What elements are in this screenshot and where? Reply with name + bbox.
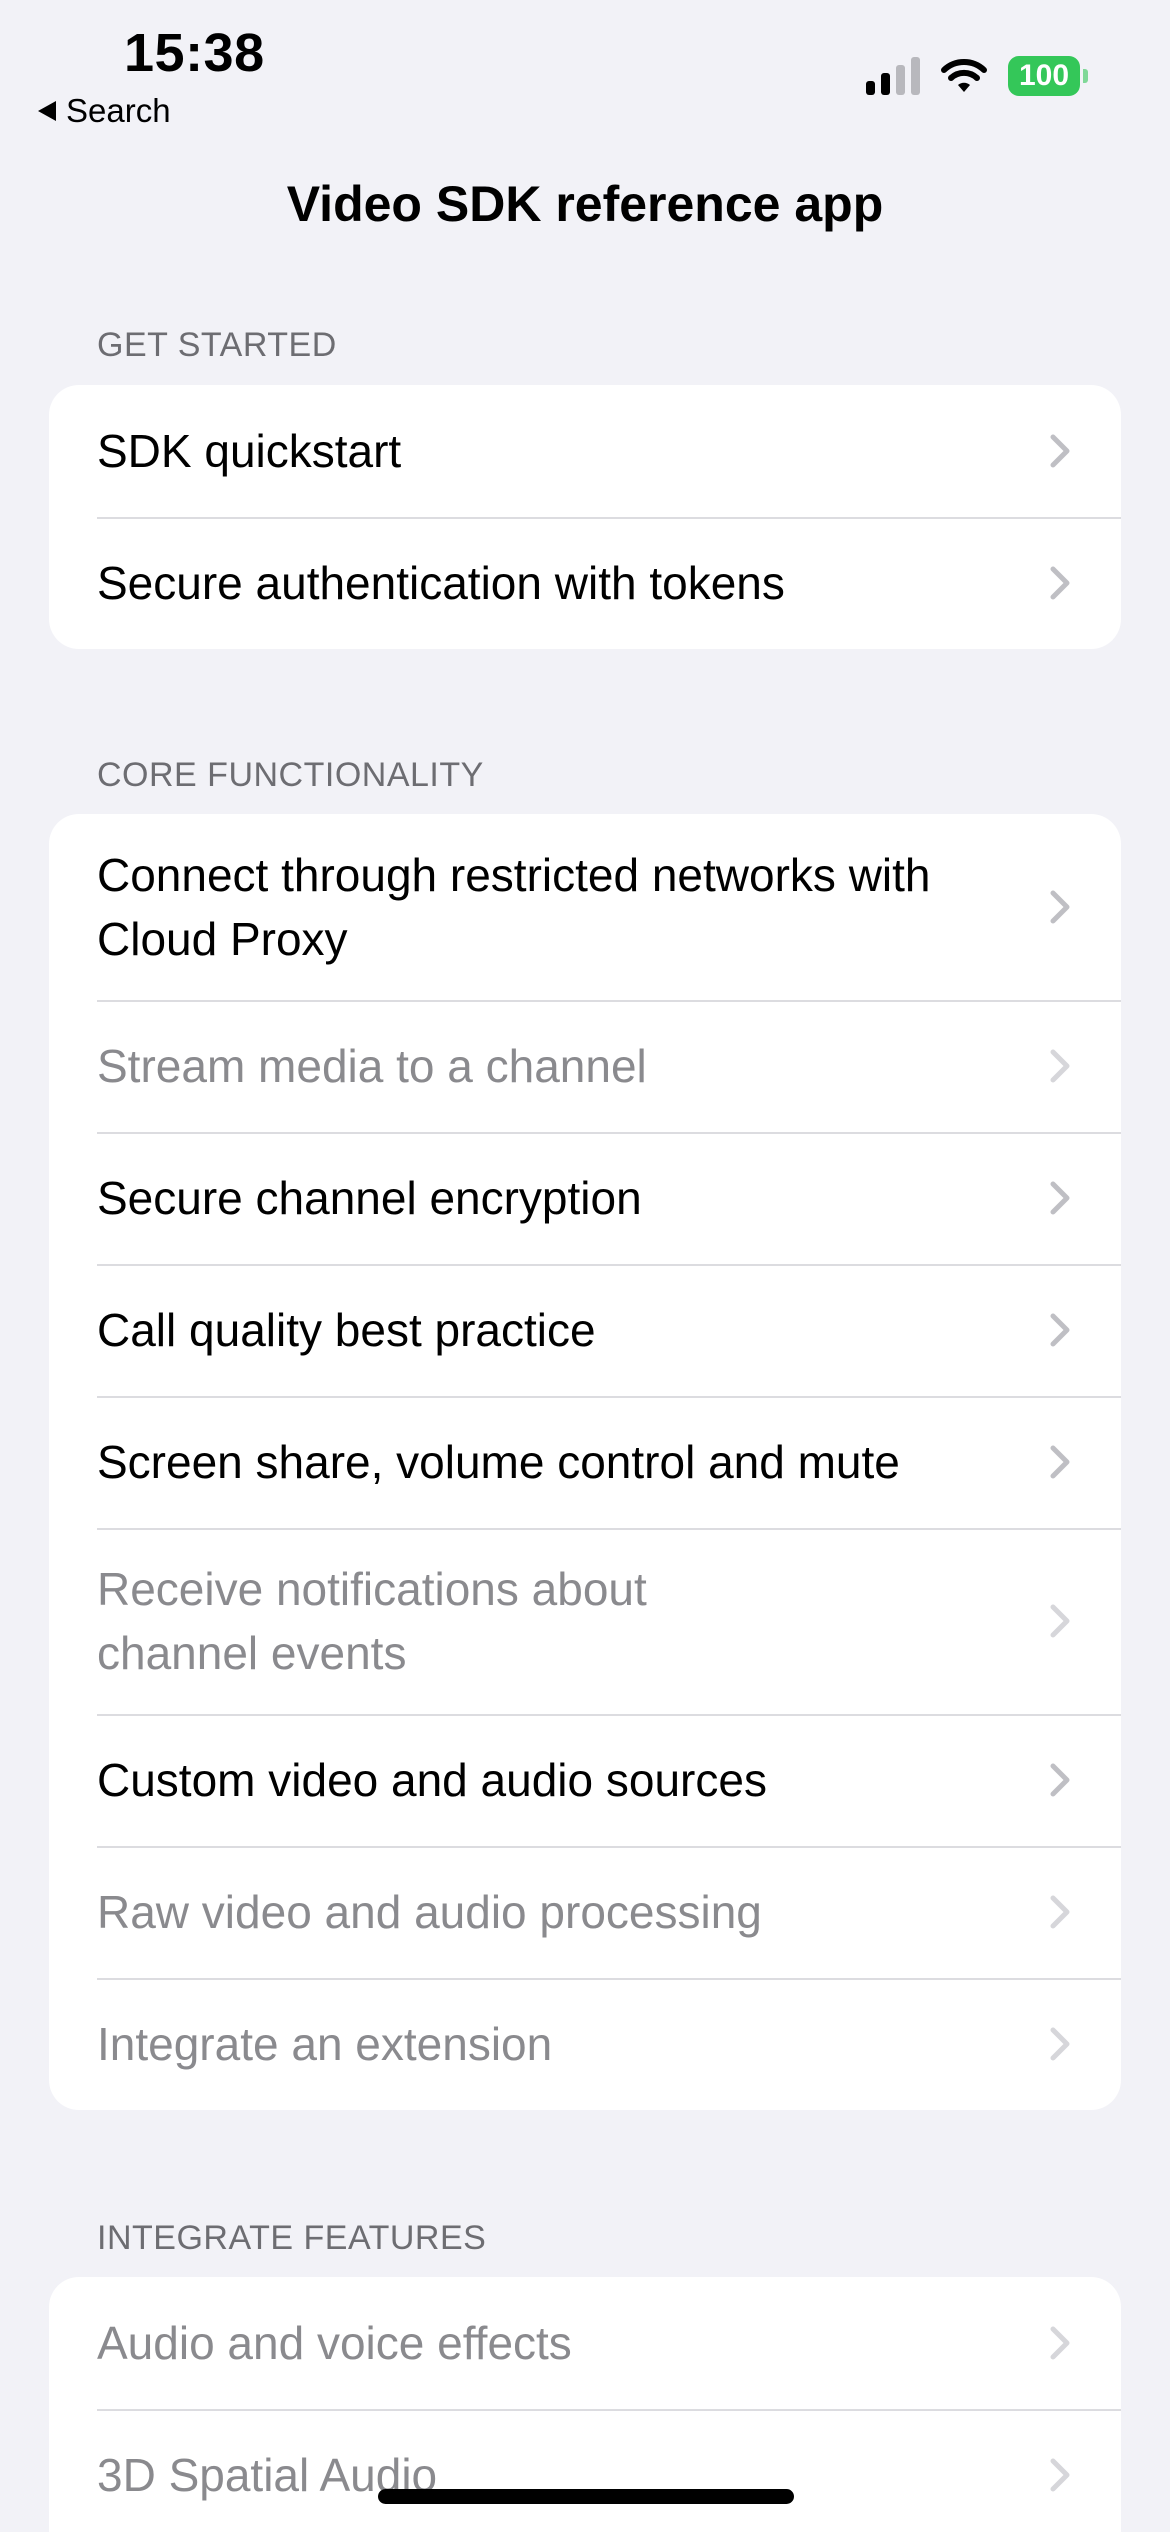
list-item-custom-sources[interactable]: Custom video and audio sources <box>49 1714 1121 1846</box>
list-item-label: Screen share, volume control and mute <box>97 1436 900 1488</box>
list-item-label: Raw video and audio processing <box>97 1886 762 1938</box>
list-item-label: Custom video and audio sources <box>97 1754 767 1806</box>
list-item-channel-events: Receive notifications about channel even… <box>49 1528 1121 1714</box>
back-to-search-link[interactable]: Search <box>38 92 171 130</box>
chevron-right-icon <box>1050 1445 1070 1479</box>
list-item-label: Stream media to a channel <box>97 1040 647 1092</box>
list-item-label: SDK quickstart <box>97 425 402 477</box>
list-group-core-functionality: Connect through restricted networks with… <box>49 814 1121 2110</box>
chevron-right-icon <box>1050 566 1070 600</box>
list-item-sdk-quickstart[interactable]: SDK quickstart <box>49 385 1121 517</box>
chevron-right-icon <box>1050 1895 1070 1929</box>
battery-icon: 100 <box>1008 56 1088 96</box>
list-item-label: Secure channel encryption <box>97 1172 642 1224</box>
list-item-integrate-extension: Integrate an extension <box>49 1978 1121 2110</box>
list-item-secure-authentication[interactable]: Secure authentication with tokens <box>49 517 1121 649</box>
battery-level: 100 <box>1008 56 1080 96</box>
list-item-cloud-proxy[interactable]: Connect through restricted networks with… <box>49 814 1121 1000</box>
chevron-right-icon <box>1050 1604 1070 1638</box>
list-item-channel-encryption[interactable]: Secure channel encryption <box>49 1132 1121 1264</box>
list-group-get-started: SDK quickstart Secure authentication wit… <box>49 385 1121 649</box>
chevron-right-icon <box>1050 1049 1070 1083</box>
section-header-get-started: GET STARTED <box>97 326 337 364</box>
back-link-label: Search <box>66 92 171 129</box>
list-item-label: Audio and voice effects <box>97 2317 572 2369</box>
chevron-right-icon <box>1050 2458 1070 2492</box>
chevron-right-icon <box>1050 890 1070 924</box>
list-item-raw-processing: Raw video and audio processing <box>49 1846 1121 1978</box>
back-triangle-icon <box>38 101 56 121</box>
list-item-screen-share[interactable]: Screen share, volume control and mute <box>49 1396 1121 1528</box>
list-item-spatial-audio: 3D Spatial Audio <box>49 2409 1121 2532</box>
chevron-right-icon <box>1050 2027 1070 2061</box>
status-time: 15:38 <box>124 23 265 83</box>
list-item-label: Connect through restricted networks with… <box>97 849 931 965</box>
list-item-label: Call quality best practice <box>97 1304 596 1356</box>
chevron-right-icon <box>1050 1181 1070 1215</box>
list-item-label: Receive notifications about channel even… <box>97 1563 647 1679</box>
chevron-right-icon <box>1050 2326 1070 2360</box>
status-icons: 100 <box>866 56 1088 96</box>
list-item-label: Secure authentication with tokens <box>97 557 785 609</box>
section-header-integrate-features: INTEGRATE FEATURES <box>97 2219 487 2257</box>
chevron-right-icon <box>1050 434 1070 468</box>
wifi-icon <box>941 59 987 92</box>
list-item-stream-media: Stream media to a channel <box>49 1000 1121 1132</box>
list-item-label: Integrate an extension <box>97 2018 553 2070</box>
list-item-call-quality[interactable]: Call quality best practice <box>49 1264 1121 1396</box>
chevron-right-icon <box>1050 1313 1070 1347</box>
list-item-voice-effects: Audio and voice effects <box>49 2277 1121 2409</box>
section-header-core-functionality: CORE FUNCTIONALITY <box>97 756 484 794</box>
page-title: Video SDK reference app <box>286 176 884 232</box>
cellular-signal-icon <box>866 57 920 95</box>
chevron-right-icon <box>1050 1763 1070 1797</box>
home-indicator[interactable] <box>378 2489 794 2504</box>
